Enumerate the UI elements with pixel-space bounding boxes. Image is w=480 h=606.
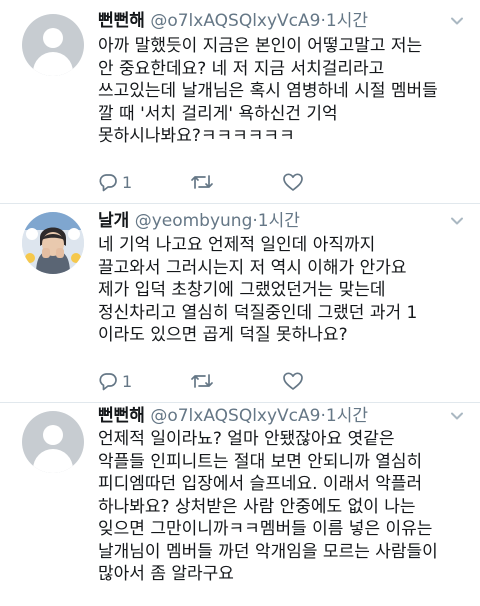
tweet-actions: 1 xyxy=(98,172,458,194)
tweet-text: 네 기억 나고요 언제적 일인데 아직까지 끌고와서 그러시는지 저 역시 이해… xyxy=(98,235,418,345)
chevron-down-icon[interactable] xyxy=(450,214,464,228)
tweet-actions: 1 xyxy=(98,371,458,393)
tweet-divider xyxy=(0,402,480,403)
reply-button[interactable]: 1 xyxy=(98,371,132,391)
retweet-button[interactable] xyxy=(190,172,214,192)
avatar[interactable] xyxy=(22,14,84,76)
like-button[interactable] xyxy=(282,172,304,192)
reply-count: 1 xyxy=(122,172,133,192)
tweet-text: 아까 말했듯이 지금은 본인이 어떻고말고 저는 안 중요한데요? 네 저 지금… xyxy=(98,36,438,146)
tweet-header: 날개 @yeombyung·1시간 xyxy=(98,211,300,231)
avatar[interactable] xyxy=(22,212,84,274)
avatar[interactable] xyxy=(22,411,84,473)
retweet-icon xyxy=(191,175,213,189)
display-name[interactable]: 날개 xyxy=(98,211,129,231)
tweet-text: 언제적 일이라뇨? 얼마 안됐잖아요 엿같은 악플들 인피니트는 절대 보면 안… xyxy=(98,429,438,584)
timestamp[interactable]: 1시간 xyxy=(326,406,368,426)
reply-count: 1 xyxy=(122,371,133,391)
timestamp[interactable]: 1시간 xyxy=(258,211,300,231)
user-handle[interactable]: @o7lxAQSQlxyVcA9 xyxy=(150,406,320,426)
tweet-header: 뻔뻔해 @o7lxAQSQlxyVcA9·1시간 xyxy=(98,406,368,426)
heart-icon xyxy=(283,173,303,191)
retweet-button[interactable] xyxy=(190,371,214,391)
reply-button[interactable]: 1 xyxy=(98,172,132,192)
retweet-icon xyxy=(191,374,213,388)
default-avatar-icon xyxy=(43,28,63,48)
tweet-divider xyxy=(0,203,480,204)
default-avatar-icon xyxy=(43,425,63,445)
chevron-down-icon[interactable] xyxy=(450,14,464,28)
profile-photo-avatar xyxy=(22,212,84,274)
user-handle[interactable]: @o7lxAQSQlxyVcA9 xyxy=(150,11,320,31)
display-name[interactable]: 뻔뻔해 xyxy=(98,11,145,31)
user-handle[interactable]: @yeombyung xyxy=(135,211,253,231)
heart-icon xyxy=(283,372,303,390)
reply-icon xyxy=(99,373,117,391)
chevron-down-icon[interactable] xyxy=(450,409,464,423)
display-name[interactable]: 뻔뻔해 xyxy=(98,406,145,426)
timestamp[interactable]: 1시간 xyxy=(326,11,368,31)
tweet-header: 뻔뻔해 @o7lxAQSQlxyVcA9·1시간 xyxy=(98,11,368,31)
like-button[interactable] xyxy=(282,371,304,391)
reply-icon xyxy=(99,174,117,192)
